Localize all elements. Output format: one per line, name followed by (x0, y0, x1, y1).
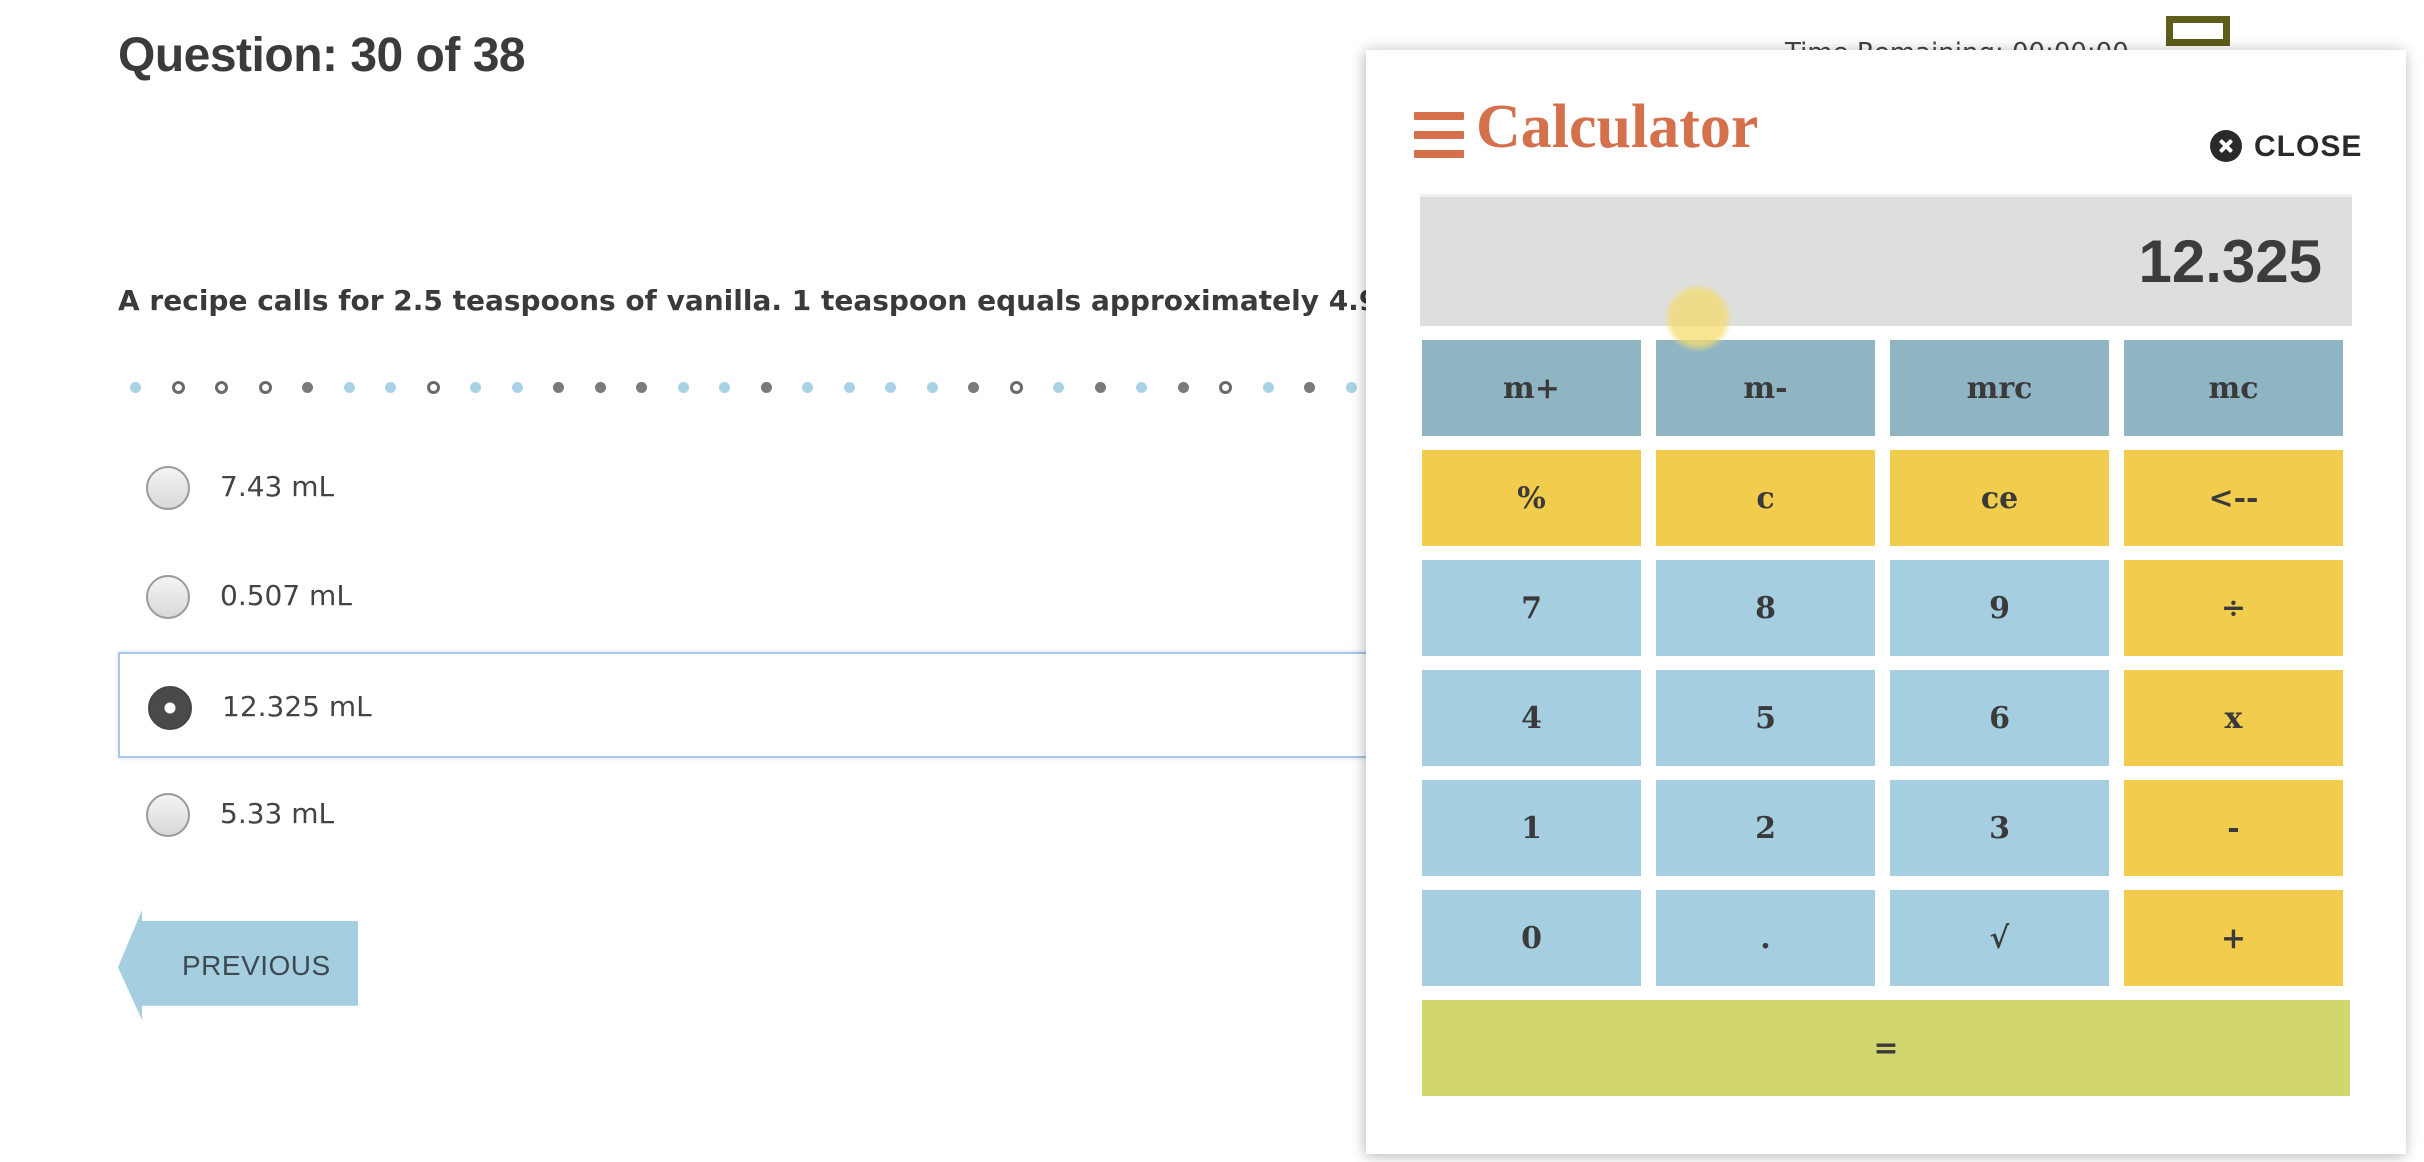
key-divide[interactable]: ÷ (2124, 560, 2343, 656)
answer-label: 7.43 mL (220, 470, 335, 503)
progress-dot[interactable] (968, 382, 979, 393)
key-3[interactable]: 3 (1890, 780, 2109, 876)
key-8[interactable]: 8 (1656, 560, 1875, 656)
key-memory-recall[interactable]: mrc (1890, 340, 2109, 436)
close-label: CLOSE (2254, 130, 2363, 163)
key-clear[interactable]: c (1656, 450, 1875, 546)
radio-button[interactable] (146, 575, 190, 619)
progress-dot[interactable] (1094, 382, 1106, 393)
answer-label: 0.507 mL (220, 579, 352, 612)
progress-dot[interactable] (636, 382, 647, 393)
key-2[interactable]: 2 (1656, 780, 1875, 876)
progress-dot[interactable] (677, 382, 689, 393)
calculator-panel: Calculator CLOSE 12.325 = m+ m-mrc mc% c ce <… (1366, 50, 2406, 1154)
key-add[interactable]: + (2124, 890, 2343, 986)
answer-option[interactable]: 7.43 mL (118, 434, 1378, 540)
progress-dot[interactable] (1053, 382, 1064, 393)
progress-dot[interactable] (1262, 382, 1274, 393)
window-icon[interactable] (2166, 16, 2230, 46)
progress-dot[interactable] (719, 382, 730, 393)
progress-dot[interactable] (258, 381, 272, 394)
close-icon (2210, 130, 2242, 162)
progress-dot[interactable] (470, 382, 481, 393)
key-backspace[interactable]: <-- (2124, 450, 2343, 546)
key-decimal[interactable]: . (1656, 890, 1875, 986)
previous-label: PREVIOUS (182, 950, 331, 981)
answer-option-selected[interactable]: 12.325 mL (118, 652, 1378, 758)
progress-dot[interactable] (1009, 381, 1023, 394)
progress-dot[interactable] (385, 382, 396, 393)
key-1[interactable]: 1 (1422, 780, 1641, 876)
progress-dot[interactable] (302, 382, 313, 393)
display-value: 12.325 (2138, 228, 2322, 295)
progress-dot[interactable] (426, 381, 440, 394)
key-7[interactable]: 7 (1422, 560, 1641, 656)
question-progress-dots (130, 377, 1370, 397)
previous-button[interactable]: PREVIOUS (118, 910, 358, 1020)
key-sqrt[interactable]: √ (1890, 890, 2109, 986)
progress-dot[interactable] (1304, 382, 1315, 393)
key-memory-plus[interactable]: m+ (1422, 340, 1641, 436)
progress-dot[interactable] (1219, 381, 1232, 394)
key-equals[interactable]: = (1422, 1000, 2350, 1096)
progress-dot[interactable] (511, 382, 523, 393)
calculator-display: 12.325 (1420, 194, 2352, 326)
progress-dot[interactable] (553, 382, 564, 393)
progress-dot[interactable] (843, 382, 855, 393)
key-9[interactable]: 9 (1890, 560, 2109, 656)
radio-button-selected[interactable] (148, 686, 192, 730)
progress-dot[interactable] (1177, 382, 1189, 393)
key-4[interactable]: 4 (1422, 670, 1641, 766)
progress-dot[interactable] (885, 382, 896, 393)
answer-option[interactable]: 5.33 mL (118, 761, 1378, 867)
progress-dot[interactable] (760, 382, 772, 393)
progress-dot[interactable] (130, 382, 141, 393)
progress-dot[interactable] (343, 382, 355, 393)
progress-dot[interactable] (1345, 382, 1357, 393)
progress-dot[interactable] (926, 382, 938, 393)
test-page: Question: 30 of 38 Time Remaining: 00:00… (0, 0, 2424, 1162)
progress-dot[interactable] (594, 382, 606, 393)
question-text: A recipe calls for 2.5 teaspoons of vani… (118, 284, 1368, 317)
key-percent[interactable]: % (1422, 450, 1641, 546)
key-multiply[interactable]: x (2124, 670, 2343, 766)
key-memory-minus[interactable]: m- (1656, 340, 1875, 436)
progress-dot[interactable] (171, 381, 185, 394)
question-counter: Question: 30 of 38 (118, 29, 526, 82)
progress-dot[interactable] (802, 382, 813, 393)
progress-dot[interactable] (1136, 382, 1147, 393)
answer-label: 5.33 mL (220, 797, 335, 830)
answer-option[interactable]: 0.507 mL (118, 543, 1378, 649)
key-subtract[interactable]: - (2124, 780, 2343, 876)
key-5[interactable]: 5 (1656, 670, 1875, 766)
key-6[interactable]: 6 (1890, 670, 2109, 766)
answer-label: 12.325 mL (222, 690, 372, 723)
progress-dot[interactable] (215, 381, 228, 394)
key-clear-entry[interactable]: ce (1890, 450, 2109, 546)
hamburger-menu-icon[interactable] (1414, 112, 1464, 158)
calculator-title: Calculator (1476, 93, 1759, 161)
radio-button[interactable] (146, 466, 190, 510)
radio-button[interactable] (146, 793, 190, 837)
key-0[interactable]: 0 (1422, 890, 1641, 986)
key-memory-clear[interactable]: mc (2124, 340, 2343, 436)
